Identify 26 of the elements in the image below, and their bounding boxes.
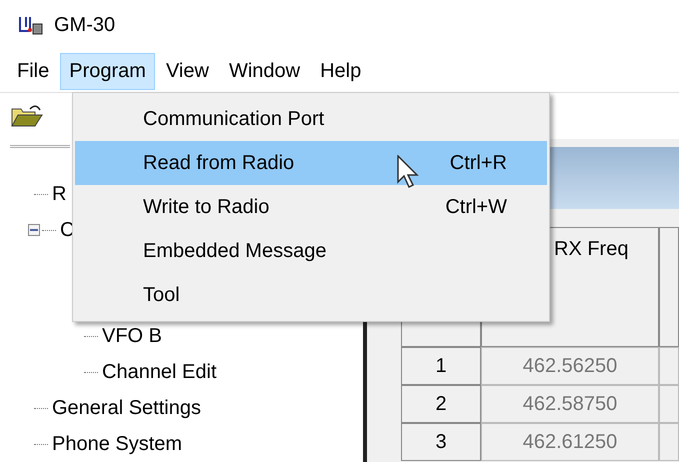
collapse-toggle[interactable] [28, 224, 40, 236]
row-header: 3 [401, 423, 481, 461]
menu-option[interactable]: Write to Radio Ctrl+W [75, 185, 547, 229]
row-header: 1 [401, 347, 481, 385]
menu-item[interactable]: Window [220, 52, 310, 90]
open-folder-icon[interactable] [10, 103, 44, 129]
tree-item[interactable]: R [52, 182, 66, 206]
table-cell [659, 385, 679, 423]
menu-option[interactable]: Communication Port [75, 97, 547, 141]
tree-item[interactable]: VFO B [102, 324, 162, 348]
mouse-cursor-icon [397, 155, 421, 189]
menu-item[interactable]: Program [60, 52, 155, 90]
window-title: GM-30 [54, 14, 116, 36]
table-cell [659, 347, 679, 385]
tree-item[interactable]: Channel Edit [102, 360, 217, 384]
table-cell: 462.61250 [481, 423, 659, 461]
tree-item[interactable]: Phone System [52, 432, 182, 456]
menu-item[interactable]: View [156, 52, 218, 90]
menu-option[interactable]: Read from Radio Ctrl+R [75, 141, 547, 185]
table-cell: 462.58750 [481, 385, 659, 423]
row-header: 2 [401, 385, 481, 423]
menu-item[interactable]: Help [311, 52, 370, 90]
tree-item[interactable]: General Settings [52, 396, 201, 420]
table-cell: 462.56250 [481, 347, 659, 385]
menu-item[interactable]: File [8, 52, 58, 90]
app-icon [18, 14, 44, 36]
